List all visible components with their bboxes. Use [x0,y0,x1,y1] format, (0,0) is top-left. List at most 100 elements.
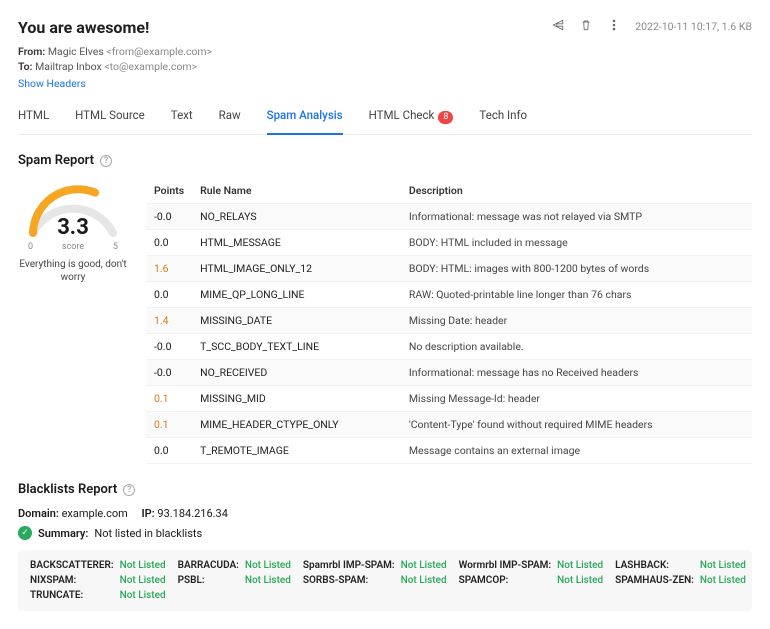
table-row: 0.1MISSING_MIDMissing Message-Id: header [146,386,752,412]
desc-cell: RAW: Quoted-printable line longer than 7… [401,282,752,308]
blacklist-name: BARRACUDA: [178,560,239,571]
summary-label: Summary: [38,527,88,540]
to-line: To: Mailtrap Inbox <to@example.com> [18,60,752,73]
desc-cell: Informational: message has no Received h… [401,360,752,386]
email-subject: You are awesome! [18,18,149,37]
table-row: 1.4MISSING_DATEMissing Date: header [146,308,752,334]
tab-text[interactable]: Text [171,108,193,134]
blacklist-item: LASHBACK: Not Listed [615,560,746,571]
table-row: 0.0T_REMOTE_IMAGEMessage contains an ext… [146,438,752,464]
rule-cell: T_REMOTE_IMAGE [192,438,401,464]
blacklist-summary: ✓ Summary: Not listed in blacklists [18,526,752,540]
blacklist-status: Not Listed [401,560,447,571]
to-label: To: [18,60,32,73]
points-cell: -0.0 [146,334,192,360]
blacklist-status: Not Listed [120,575,166,586]
blacklist-name: SPAMCOP: [459,575,509,586]
domain-label: Domain: [18,507,59,520]
blacklist-status: Not Listed [557,560,603,571]
points-cell: 0.0 [146,438,192,464]
tab-raw[interactable]: Raw [219,108,241,134]
col-points: Points [146,178,192,204]
rule-cell: HTML_IMAGE_ONLY_12 [192,256,401,282]
blacklist-item: BACKSCATTERER:Not Listed [30,560,166,571]
tab-bar: HTML HTML Source Text Raw Spam Analysis … [18,108,752,135]
rule-cell: MISSING_DATE [192,308,401,334]
table-row: 0.1MIME_HEADER_CTYPE_ONLY'Content-Type' … [146,412,752,438]
points-cell: 0.1 [146,412,192,438]
help-icon[interactable]: ? [123,484,135,496]
to-name: Mailtrap Inbox [35,60,102,73]
rule-cell: MISSING_MID [192,386,401,412]
ip-label: IP: [141,507,154,520]
points-cell: -0.0 [146,360,192,386]
score-gauge-block: 3.3 0 score 5 Everything is good, don't … [18,178,128,284]
blacklist-status: Not Listed [401,575,447,586]
spam-report-title: Spam Report ? [18,153,752,168]
table-row: -0.0NO_RECEIVEDInformational: message ha… [146,360,752,386]
rule-cell: T_SCC_BODY_TEXT_LINE [192,334,401,360]
points-cell: 1.6 [146,256,192,282]
desc-cell: Missing Message-Id: header [401,386,752,412]
blacklist-status: Not Listed [120,560,166,571]
spam-rules-table: Points Rule Name Description -0.0NO_RELA… [146,178,752,464]
points-cell: 1.4 [146,308,192,334]
desc-cell: BODY: HTML included in message [401,230,752,256]
tab-html-check[interactable]: HTML Check8 [369,108,454,134]
points-cell: 0.0 [146,230,192,256]
table-row: 1.6HTML_IMAGE_ONLY_12BODY: HTML: images … [146,256,752,282]
blacklist-name: Wormrbl IMP-SPAM: [459,560,551,571]
help-icon[interactable]: ? [100,155,112,167]
col-rule: Rule Name [192,178,401,204]
points-cell: -0.0 [146,204,192,230]
desc-cell: No description available. [401,334,752,360]
table-row: 0.0MIME_QP_LONG_LINERAW: Quoted-printabl… [146,282,752,308]
blacklist-name: PSBL: [178,575,205,586]
desc-cell: 'Content-Type' found without required MI… [401,412,752,438]
rule-cell: HTML_MESSAGE [192,230,401,256]
tab-html-source[interactable]: HTML Source [75,108,145,134]
from-name: Magic Elves [48,45,104,58]
table-row: -0.0NO_RELAYSInformational: message was … [146,204,752,230]
blacklist-name: TRUNCATE: [30,590,83,601]
blacklist-item: Spamrbl IMP-SPAM:Not Listed [303,560,447,571]
blacklist-name: SPAMHAUS-ZEN: [615,575,694,586]
blacklist-status: Not Listed [245,575,291,586]
blacklist-status: Not Listed [120,590,166,601]
blacklist-item: SPAMCOP: Not Listed [459,575,604,586]
blacklist-item: TRUNCATE: Not Listed [30,590,166,601]
show-headers-link[interactable]: Show Headers [18,77,752,90]
blacklist-meta: Domain: example.com IP: 93.184.216.34 [18,507,752,520]
html-check-badge: 8 [438,111,453,124]
desc-cell: BODY: HTML: images with 800-1200 bytes o… [401,256,752,282]
tab-html[interactable]: HTML [18,108,49,134]
col-desc: Description [401,178,752,204]
from-line: From: Magic Elves <from@example.com> [18,45,752,58]
forward-icon[interactable] [551,18,565,35]
blacklist-item: BARRACUDA:Not Listed [178,560,291,571]
rule-cell: NO_RECEIVED [192,360,401,386]
blacklist-status: Not Listed [700,560,746,571]
kebab-icon[interactable] [607,18,621,35]
blacklist-status: Not Listed [700,575,746,586]
blacklists-title: Blacklists Report ? [18,482,752,497]
blacklist-item: NIXSPAM:Not Listed [30,575,166,586]
trash-icon[interactable] [579,18,593,35]
ip-value: 93.184.216.34 [157,507,228,520]
blacklist-name: SORBS-SPAM: [303,575,368,586]
rule-cell: MIME_HEADER_CTYPE_ONLY [192,412,401,438]
tab-spam-analysis[interactable]: Spam Analysis [267,108,343,134]
blacklist-grid-box: BACKSCATTERER:Not ListedBARRACUDA:Not Li… [18,550,752,611]
from-label: From: [18,45,45,58]
blacklist-status: Not Listed [557,575,603,586]
email-header: You are awesome! 2022-10-11 10:17, 1.6 K… [18,18,752,37]
rule-cell: MIME_QP_LONG_LINE [192,282,401,308]
points-cell: 0.1 [146,386,192,412]
email-timestamp: 2022-10-11 10:17, 1.6 KB [635,20,752,33]
blacklist-name: LASHBACK: [615,560,669,571]
desc-cell: Message contains an external image [401,438,752,464]
tab-tech-info[interactable]: Tech Info [479,108,527,134]
check-icon: ✓ [18,526,32,540]
from-addr: <from@example.com> [106,45,212,58]
score-scale: 0 score 5 [28,242,118,252]
